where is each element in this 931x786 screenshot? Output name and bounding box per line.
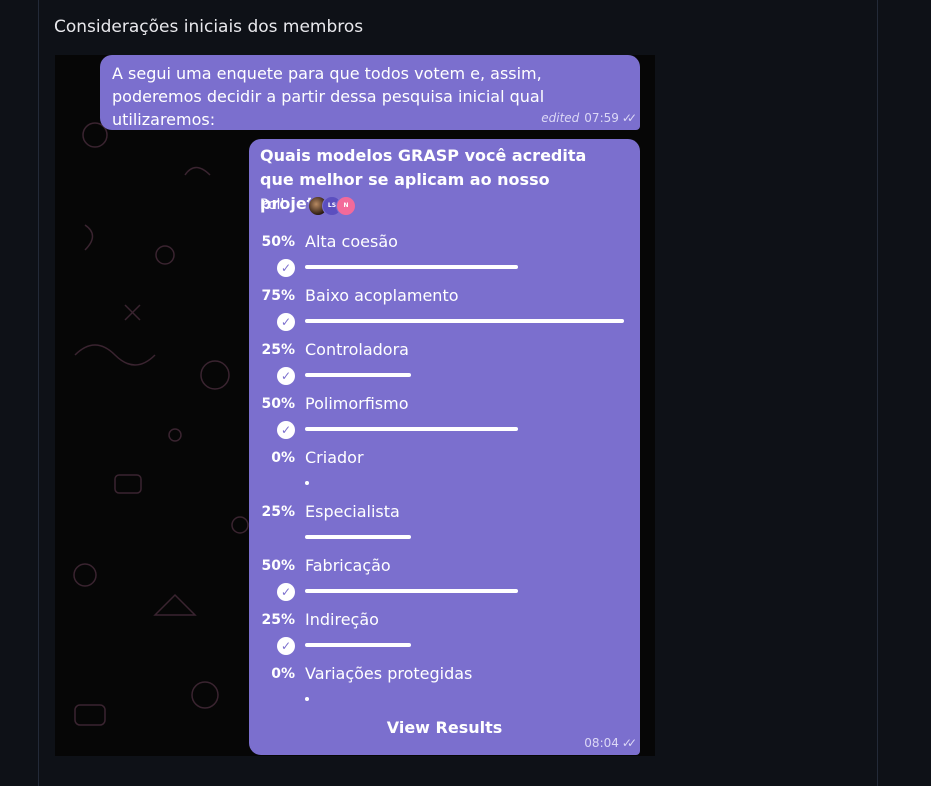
check-circle-icon: ✓ xyxy=(277,259,295,277)
edited-label: edited xyxy=(541,111,580,125)
poll-option-label: Controladora xyxy=(305,340,409,359)
message-time: 07:59 xyxy=(584,111,619,125)
poll-option[interactable]: 50% Alta coesão ✓ xyxy=(249,232,640,286)
poll-option[interactable]: 25% Especialista xyxy=(249,502,640,556)
poll-option[interactable]: 50% Polimorfismo ✓ xyxy=(249,394,640,448)
poll-option-label: Especialista xyxy=(305,502,400,521)
poll-option-label: Alta coesão xyxy=(305,232,398,251)
check-circle-icon: ✓ xyxy=(277,367,295,385)
poll-option-percent: 0% xyxy=(271,450,295,466)
poll-option-bar xyxy=(305,427,518,431)
check-circle-icon: ✓ xyxy=(277,421,295,439)
view-results-button[interactable]: View Results xyxy=(249,718,640,737)
poll-option-label: Baixo acoplamento xyxy=(305,286,459,305)
poll-option-bar xyxy=(305,265,518,269)
poll-option-percent: 25% xyxy=(261,612,295,628)
poll-option-percent: 0% xyxy=(271,666,295,682)
poll-option-label: Fabricação xyxy=(305,556,391,575)
poll-option[interactable]: 0% Criador xyxy=(249,448,640,502)
poll-option[interactable]: 25% Controladora ✓ xyxy=(249,340,640,394)
poll-option-bar xyxy=(305,319,624,323)
poll-option-percent: 25% xyxy=(261,504,295,520)
poll-option[interactable]: 50% Fabricação ✓ xyxy=(249,556,640,610)
check-circle-icon: ✓ xyxy=(277,637,295,655)
message-meta: edited 07:59 ✓✓ xyxy=(541,111,637,125)
double-check-icon: ✓✓ xyxy=(621,736,637,750)
poll-option[interactable]: 0% Variações protegidas xyxy=(249,664,640,718)
poll-type-label: Poll xyxy=(260,197,285,213)
poll-option-percent: 50% xyxy=(261,234,295,250)
poll-option-label: Polimorfismo xyxy=(305,394,409,413)
voter-avatars: LS N xyxy=(308,196,368,216)
poll-option-percent: 50% xyxy=(261,558,295,574)
check-circle-icon: ✓ xyxy=(277,313,295,331)
poll-option-bar xyxy=(305,697,309,701)
chat-title: Considerações iniciais dos membros xyxy=(54,17,364,37)
poll-option-label: Variações protegidas xyxy=(305,664,473,683)
poll-option-bar xyxy=(305,535,411,539)
poll-meta: 08:04 ✓✓ xyxy=(584,736,637,750)
poll-option-bar xyxy=(305,589,518,593)
poll-option-label: Indireção xyxy=(305,610,379,629)
poll-option-bar xyxy=(305,373,411,377)
poll-option-bar xyxy=(305,643,411,647)
check-circle-icon: ✓ xyxy=(277,583,295,601)
avatar: N xyxy=(336,196,356,216)
poll-option[interactable]: 25% Indireção ✓ xyxy=(249,610,640,664)
poll-option-bar xyxy=(305,481,309,485)
message-bubble[interactable]: A segui uma enquete para que todos votem… xyxy=(100,55,640,130)
double-check-icon: ✓✓ xyxy=(621,111,637,125)
poll-option-percent: 75% xyxy=(261,288,295,304)
poll-option-label: Criador xyxy=(305,448,364,467)
poll-option[interactable]: 75% Baixo acoplamento ✓ xyxy=(249,286,640,340)
poll-option-percent: 50% xyxy=(261,396,295,412)
poll-option-percent: 25% xyxy=(261,342,295,358)
poll-bubble[interactable]: Quais modelos GRASP você acredita que me… xyxy=(249,139,640,755)
poll-time: 08:04 xyxy=(584,736,619,750)
